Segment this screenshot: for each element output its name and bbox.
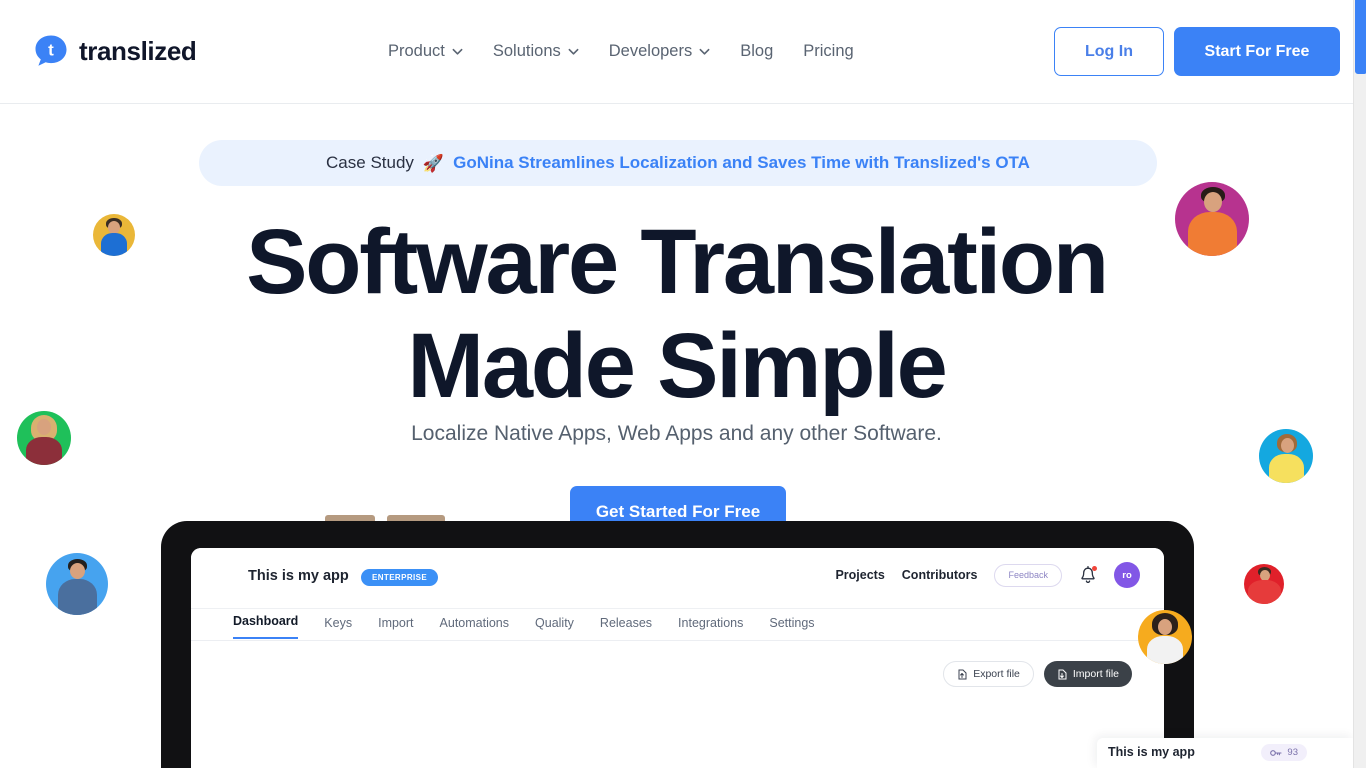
app-topbar: This is my app ENTERPRISE Projects Contr…: [191, 548, 1164, 609]
chevron-down-icon: [568, 46, 579, 57]
case-study-banner[interactable]: Case Study 🚀 GoNina Streamlines Localiza…: [199, 140, 1157, 186]
page-title: Software Translation Made Simple: [0, 210, 1353, 418]
export-file-icon: [957, 669, 967, 680]
rocket-icon: 🚀: [422, 153, 445, 173]
chevron-down-icon: [699, 46, 710, 57]
nav-item-blog[interactable]: Blog: [740, 38, 773, 64]
hero-subtitle: Localize Native Apps, Web Apps and any o…: [411, 422, 942, 445]
app-topbar-actions: Projects Contributors Feedback ro: [835, 562, 1140, 588]
key-icon: [1270, 748, 1282, 758]
notification-badge-dot: [1092, 566, 1097, 571]
start-for-free-button[interactable]: Start For Free: [1174, 27, 1340, 76]
avatar-right-mid: [1259, 429, 1313, 483]
user-avatar[interactable]: ro: [1114, 562, 1140, 588]
app-project-name: This is my app: [248, 568, 349, 584]
project-mini-card: This is my app 93: [1097, 738, 1353, 768]
app-tab-keys[interactable]: Keys: [324, 616, 352, 639]
avatar-left-top: [93, 214, 135, 256]
app-tab-quality[interactable]: Quality: [535, 616, 574, 639]
log-in-button[interactable]: Log In: [1054, 27, 1164, 76]
import-file-icon: [1057, 669, 1067, 680]
app-tab-import[interactable]: Import: [378, 616, 413, 639]
header-actions: Log In Start For Free: [1054, 27, 1340, 76]
nav-label-pricing: Pricing: [803, 42, 854, 60]
site-logo[interactable]: t translized: [33, 33, 197, 69]
app-tab-bar: Dashboard Keys Import Automations Qualit…: [233, 614, 815, 639]
import-file-label: Import file: [1072, 668, 1119, 680]
app-tab-integrations[interactable]: Integrations: [678, 616, 743, 639]
speech-bubble-logo-icon: t: [33, 33, 69, 69]
keys-count-pill: 93: [1261, 744, 1307, 761]
mini-card-title: This is my app: [1108, 745, 1195, 759]
avatar-right-bottom: [1138, 610, 1192, 664]
import-file-button[interactable]: Import file: [1043, 661, 1132, 687]
browser-viewport: t translized Product Solutions Developer…: [0, 0, 1366, 768]
nav-item-solutions[interactable]: Solutions: [493, 38, 579, 64]
hero-title-line-2: Made Simple: [407, 315, 947, 417]
nav-label-product: Product: [388, 42, 445, 60]
nav-item-developers[interactable]: Developers: [609, 38, 710, 64]
scrollbar-thumb[interactable]: [1355, 0, 1366, 74]
nav-item-product[interactable]: Product: [388, 38, 463, 64]
hero-title-line-1: Software Translation: [246, 211, 1109, 313]
nav-item-pricing[interactable]: Pricing: [803, 38, 853, 64]
avatar-left-bottom: [46, 553, 108, 615]
chevron-down-icon: [452, 46, 463, 57]
case-study-link: GoNina Streamlines Localization and Save…: [453, 153, 1030, 172]
plan-badge: ENTERPRISE: [361, 569, 439, 586]
nav-label-developers: Developers: [608, 42, 693, 60]
case-study-label: Case Study: [326, 153, 414, 172]
svg-text:t: t: [48, 41, 54, 60]
app-link-contributors[interactable]: Contributors: [902, 568, 978, 582]
avatar-right-top: [1175, 182, 1249, 256]
page-content: t translized Product Solutions Developer…: [0, 0, 1353, 768]
tablet-bezel: This is my app ENTERPRISE Projects Contr…: [161, 521, 1194, 768]
site-header: t translized Product Solutions Developer…: [0, 0, 1353, 104]
tablet-screen: This is my app ENTERPRISE Projects Contr…: [191, 548, 1164, 768]
file-action-buttons: Export file Import file: [943, 661, 1132, 687]
main-navigation: Product Solutions Developers Blog Pricin…: [388, 38, 854, 64]
tab-bar-divider: [191, 640, 1164, 641]
keys-count-value: 93: [1287, 747, 1298, 758]
avatar-left-mid: [17, 411, 71, 465]
app-link-projects[interactable]: Projects: [835, 568, 884, 582]
avatar-right-low: [1244, 564, 1284, 604]
notifications-bell-icon[interactable]: [1079, 565, 1097, 585]
app-tab-settings[interactable]: Settings: [769, 616, 814, 639]
nav-label-blog: Blog: [740, 42, 774, 60]
tablet-mockup: This is my app ENTERPRISE Projects Contr…: [161, 515, 1194, 768]
app-tab-automations[interactable]: Automations: [440, 616, 509, 639]
page-scrollbar[interactable]: [1353, 0, 1366, 768]
feedback-button[interactable]: Feedback: [994, 563, 1062, 587]
app-tab-dashboard[interactable]: Dashboard: [233, 614, 299, 639]
app-tab-releases[interactable]: Releases: [600, 616, 652, 639]
logo-wordmark: translized: [79, 36, 197, 66]
export-file-label: Export file: [973, 668, 1020, 680]
nav-label-solutions: Solutions: [492, 42, 561, 60]
export-file-button[interactable]: Export file: [943, 661, 1034, 687]
